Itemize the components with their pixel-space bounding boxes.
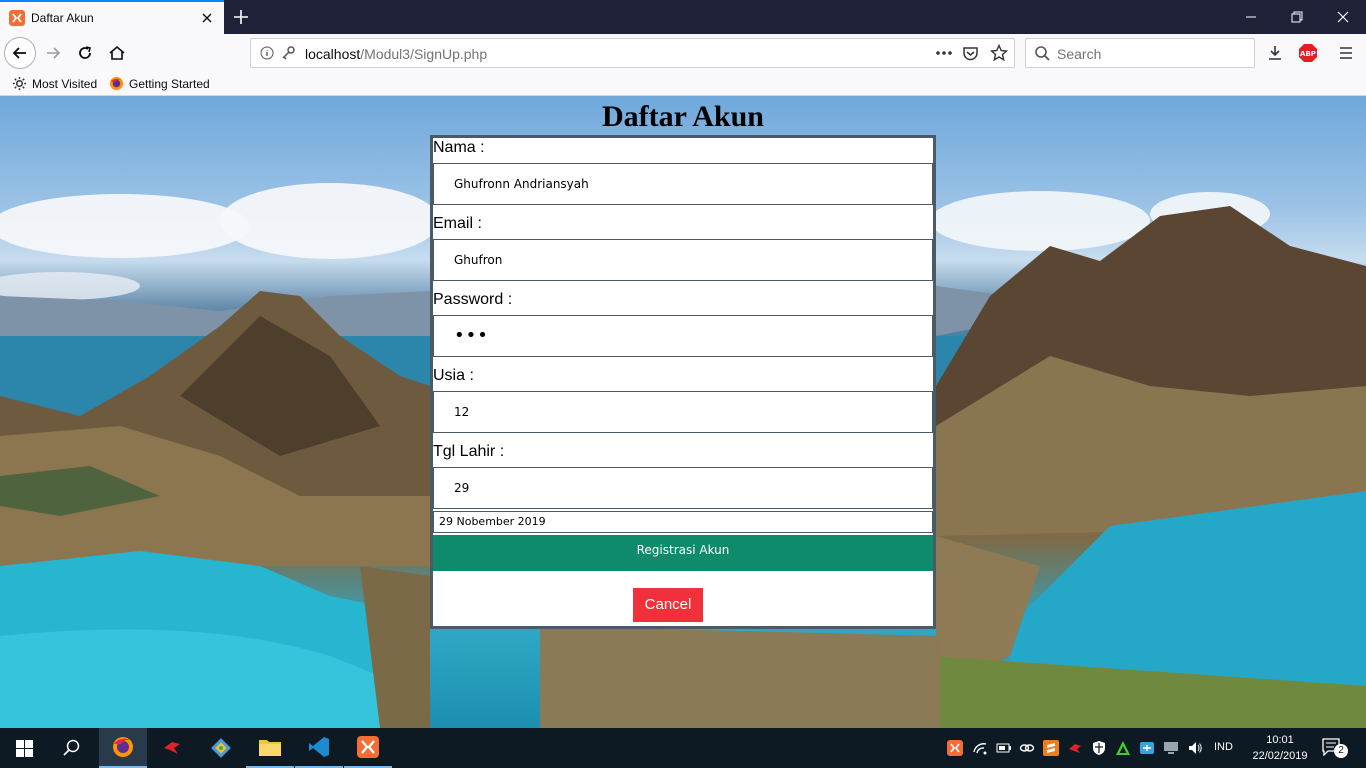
email-input[interactable]: Ghufron bbox=[433, 239, 933, 281]
forward-button[interactable] bbox=[37, 37, 69, 69]
usia-input[interactable]: 12 bbox=[433, 391, 933, 433]
clock-date: 22/02/2019 bbox=[1252, 750, 1308, 762]
search-icon bbox=[1035, 46, 1050, 61]
search-bar[interactable]: Search bbox=[1025, 38, 1255, 68]
shield-icon[interactable] bbox=[1091, 740, 1107, 756]
restore-icon[interactable] bbox=[1286, 6, 1308, 28]
folder-icon bbox=[259, 740, 281, 756]
sublime-icon[interactable] bbox=[1043, 740, 1059, 756]
volume-icon[interactable] bbox=[1187, 740, 1203, 756]
taskbar-game-app[interactable] bbox=[148, 728, 196, 768]
register-button[interactable]: Registrasi Akun bbox=[433, 535, 933, 571]
nav-bar: localhost/Modul3/SignUp.php Search ABP bbox=[0, 34, 1366, 72]
key-icon[interactable] bbox=[280, 45, 296, 61]
wifi-icon[interactable] bbox=[972, 740, 988, 756]
taskbar-firefox[interactable] bbox=[99, 728, 147, 768]
back-button[interactable] bbox=[4, 37, 36, 69]
nama-input[interactable]: Ghufronn Andriansyah bbox=[433, 163, 933, 205]
search-taskbar-button[interactable] bbox=[48, 728, 96, 768]
tgl-lahir-input[interactable]: 29 bbox=[433, 467, 933, 509]
xampp-icon bbox=[9, 10, 25, 26]
more-actions-icon[interactable] bbox=[935, 50, 953, 56]
home-icon bbox=[109, 45, 125, 60]
signup-form: Nama : Ghufronn Andriansyah Email : Ghuf… bbox=[430, 135, 936, 629]
page-title: Daftar Akun bbox=[602, 100, 764, 133]
arrow-right-icon bbox=[47, 47, 61, 59]
password-input[interactable]: ••• bbox=[433, 315, 933, 357]
taskbar: IND 10:01 22/02/2019 2 bbox=[0, 728, 1366, 768]
taskbar-file-explorer[interactable] bbox=[246, 728, 294, 768]
search-placeholder: Search bbox=[1057, 46, 1102, 62]
taskbar-xampp[interactable] bbox=[344, 728, 392, 768]
pocket-icon[interactable] bbox=[962, 45, 979, 62]
adblock-plus-icon[interactable]: ABP bbox=[1298, 43, 1318, 63]
menu-icon[interactable] bbox=[1337, 44, 1355, 62]
downloads-icon[interactable] bbox=[1266, 44, 1284, 62]
action-center-button[interactable]: 2 bbox=[1322, 738, 1348, 758]
triangle-app-icon[interactable] bbox=[1115, 740, 1131, 756]
link-icon[interactable] bbox=[1019, 740, 1035, 756]
language-indicator[interactable]: IND bbox=[1214, 741, 1233, 753]
password-label: Password : bbox=[433, 291, 513, 308]
reload-icon bbox=[79, 46, 91, 59]
taskbar-vscode[interactable] bbox=[295, 728, 343, 768]
clock-time: 10:01 bbox=[1266, 734, 1294, 746]
cancel-button[interactable]: Cancel bbox=[633, 588, 703, 622]
home-button[interactable] bbox=[101, 37, 133, 69]
close-tab-icon[interactable] bbox=[199, 10, 215, 26]
url-bar[interactable]: localhost/Modul3/SignUp.php bbox=[250, 38, 1015, 68]
tab-bar: Daftar Akun bbox=[0, 0, 1366, 34]
url-path: /Modul3/SignUp.php bbox=[360, 46, 488, 62]
tab-title: Daftar Akun bbox=[31, 11, 94, 25]
email-label: Email : bbox=[433, 215, 482, 232]
taskbar-git-app[interactable] bbox=[197, 728, 245, 768]
notification-count-badge: 2 bbox=[1334, 744, 1348, 758]
bookmark-most-visited[interactable]: Most Visited bbox=[12, 76, 97, 91]
url-host: localhost bbox=[305, 46, 361, 62]
git-app-icon bbox=[211, 738, 231, 758]
battery-icon[interactable] bbox=[996, 740, 1012, 756]
bookmark-label: Getting Started bbox=[129, 76, 210, 91]
page-viewport: Daftar Akun Nama : Ghufronn Andriansyah … bbox=[0, 96, 1366, 728]
minimize-icon[interactable] bbox=[1240, 6, 1262, 28]
bookmark-label: Most Visited bbox=[32, 76, 98, 91]
game-app-icon bbox=[164, 742, 180, 754]
network-manager-icon[interactable] bbox=[1139, 740, 1155, 756]
date-select[interactable]: 29 Nobember 2019 bbox=[433, 511, 933, 533]
vscode-icon bbox=[309, 737, 329, 757]
xampp-icon bbox=[357, 736, 379, 758]
nama-label: Nama : bbox=[433, 139, 485, 156]
info-icon[interactable] bbox=[260, 46, 274, 60]
reload-button[interactable] bbox=[69, 37, 101, 69]
start-button[interactable] bbox=[0, 728, 48, 768]
tgl-lahir-label: Tgl Lahir : bbox=[433, 443, 505, 460]
game-tray-icon[interactable] bbox=[1067, 740, 1083, 756]
bookmarks-bar: Most Visited Getting Started bbox=[0, 72, 1366, 96]
close-window-icon[interactable] bbox=[1332, 6, 1354, 28]
display-icon[interactable] bbox=[1163, 740, 1179, 756]
gear-icon bbox=[12, 76, 27, 91]
svg-text:ABP: ABP bbox=[1300, 50, 1316, 58]
windows-icon bbox=[15, 739, 33, 757]
search-icon bbox=[63, 739, 80, 756]
bookmark-star-icon[interactable] bbox=[990, 44, 1008, 62]
usia-label: Usia : bbox=[433, 367, 474, 384]
new-tab-icon[interactable] bbox=[230, 6, 252, 28]
firefox-icon bbox=[109, 76, 124, 91]
clock[interactable]: 10:01 22/02/2019 bbox=[1250, 732, 1310, 764]
firefox-icon bbox=[113, 737, 133, 757]
bookmark-getting-started[interactable]: Getting Started bbox=[109, 76, 210, 91]
tab-daftar-akun[interactable]: Daftar Akun bbox=[0, 0, 224, 34]
xampp-tray-icon[interactable] bbox=[947, 740, 963, 756]
url-text: localhost/Modul3/SignUp.php bbox=[305, 46, 487, 62]
arrow-left-icon bbox=[12, 47, 26, 59]
